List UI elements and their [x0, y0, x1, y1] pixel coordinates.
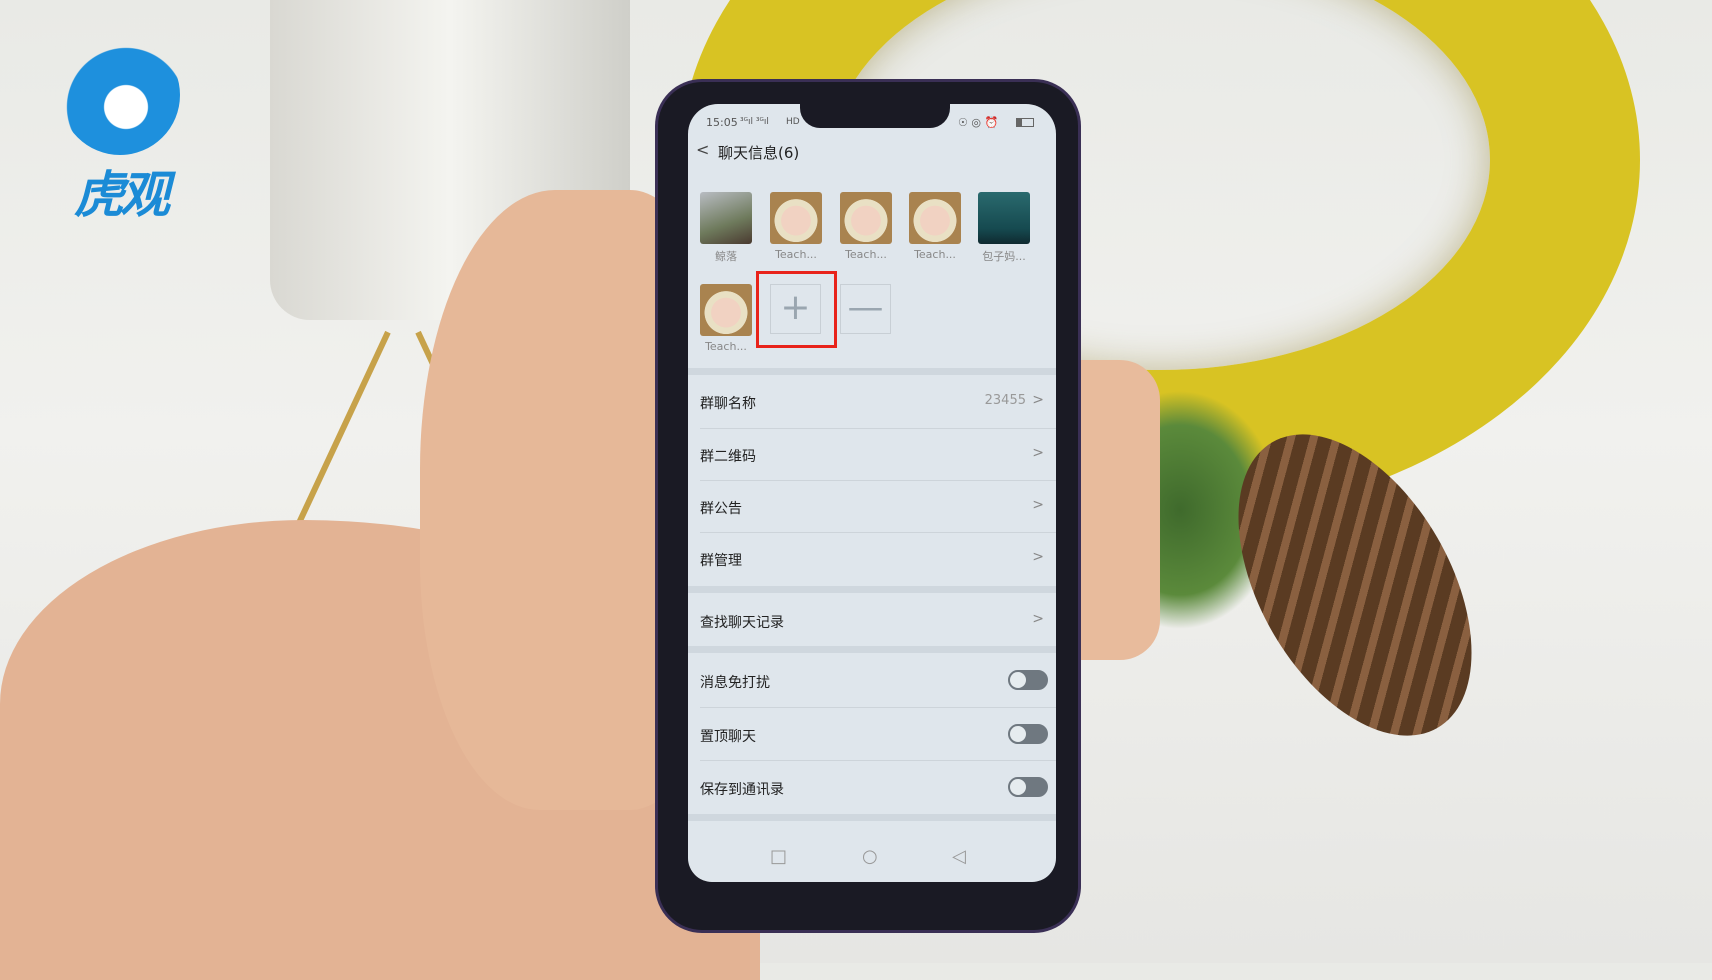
- logo: 虎观: [50, 35, 190, 227]
- chevron-right-icon: >: [1032, 445, 1044, 461]
- setting-label: 群二维码: [700, 449, 756, 465]
- member-item[interactable]: [770, 192, 822, 244]
- hd-icon: HD: [786, 117, 800, 127]
- camera-notch: [800, 104, 950, 128]
- setting-group-name[interactable]: 群聊名称 23455 >: [688, 376, 1056, 426]
- highlight-box: [756, 271, 837, 348]
- section-divider: [688, 586, 1056, 593]
- avatar: [700, 284, 752, 336]
- setting-label: 群公告: [700, 501, 742, 517]
- mute-toggle[interactable]: [1008, 670, 1048, 690]
- member-name: Teach...: [845, 248, 887, 261]
- recent-apps-icon[interactable]: □: [770, 846, 787, 867]
- back-icon[interactable]: <: [696, 140, 709, 159]
- page-title: 聊天信息(6): [718, 144, 800, 162]
- member-item[interactable]: [978, 192, 1030, 244]
- chevron-right-icon: >: [1032, 392, 1044, 408]
- pin-chat-toggle[interactable]: [1008, 724, 1048, 744]
- setting-label: 保存到通讯录: [700, 782, 784, 798]
- logo-mark-icon: [60, 35, 180, 155]
- member-item[interactable]: [840, 192, 892, 244]
- toggle-row-pin: 置顶聊天: [688, 708, 1056, 760]
- member-name: 包子妈...: [982, 250, 1026, 263]
- toggle-row-save-contacts: 保存到通讯录: [688, 761, 1056, 813]
- setting-label: 群聊名称: [700, 396, 756, 412]
- home-icon[interactable]: ○: [862, 846, 878, 867]
- member-item[interactable]: [700, 284, 752, 336]
- member-name: Teach...: [914, 248, 956, 261]
- chevron-right-icon: >: [1032, 497, 1044, 513]
- setting-label: 群管理: [700, 553, 742, 569]
- setting-group-notice[interactable]: 群公告 >: [688, 481, 1056, 531]
- setting-group-qrcode[interactable]: 群二维码 >: [688, 429, 1056, 479]
- member-name: Teach...: [775, 248, 817, 261]
- setting-group-manage[interactable]: 群管理 >: [688, 533, 1056, 583]
- section-divider: [688, 814, 1056, 821]
- signal-icon: ³ᴳıl ³ᴳıl: [740, 117, 769, 127]
- phone-screen: 15:05 ³ᴳıl ³ᴳıl HD ☉ ◎ ⏰ < 聊天信息(6) 鲸落 Te…: [688, 104, 1056, 882]
- member-name: Teach...: [705, 340, 747, 353]
- chevron-right-icon: >: [1032, 549, 1044, 565]
- setting-label: 查找聊天记录: [700, 615, 784, 631]
- toggle-row-mute: 消息免打扰: [688, 654, 1056, 706]
- chevron-right-icon: >: [1032, 611, 1044, 627]
- avatar: [770, 192, 822, 244]
- remove-member-button[interactable]: —: [840, 284, 891, 334]
- member-item[interactable]: [700, 192, 752, 244]
- status-time: 15:05: [706, 116, 738, 129]
- setting-search-history[interactable]: 查找聊天记录 >: [688, 594, 1056, 646]
- section-divider: [688, 646, 1056, 653]
- group-name-value: 23455: [984, 393, 1026, 408]
- member-name: 鲸落: [715, 250, 737, 263]
- battery-icon: [1016, 118, 1034, 127]
- setting-label: 消息免打扰: [700, 675, 770, 691]
- section-divider: [688, 368, 1056, 375]
- status-icons: ☉ ◎ ⏰: [958, 116, 999, 129]
- avatar: [700, 192, 752, 244]
- logo-text: 虎观: [74, 166, 170, 224]
- avatar: [840, 192, 892, 244]
- nav-back-icon[interactable]: ◁: [952, 846, 966, 867]
- member-item[interactable]: [909, 192, 961, 244]
- avatar: [909, 192, 961, 244]
- save-to-contacts-toggle[interactable]: [1008, 777, 1048, 797]
- avatar: [978, 192, 1030, 244]
- setting-label: 置顶聊天: [700, 729, 756, 745]
